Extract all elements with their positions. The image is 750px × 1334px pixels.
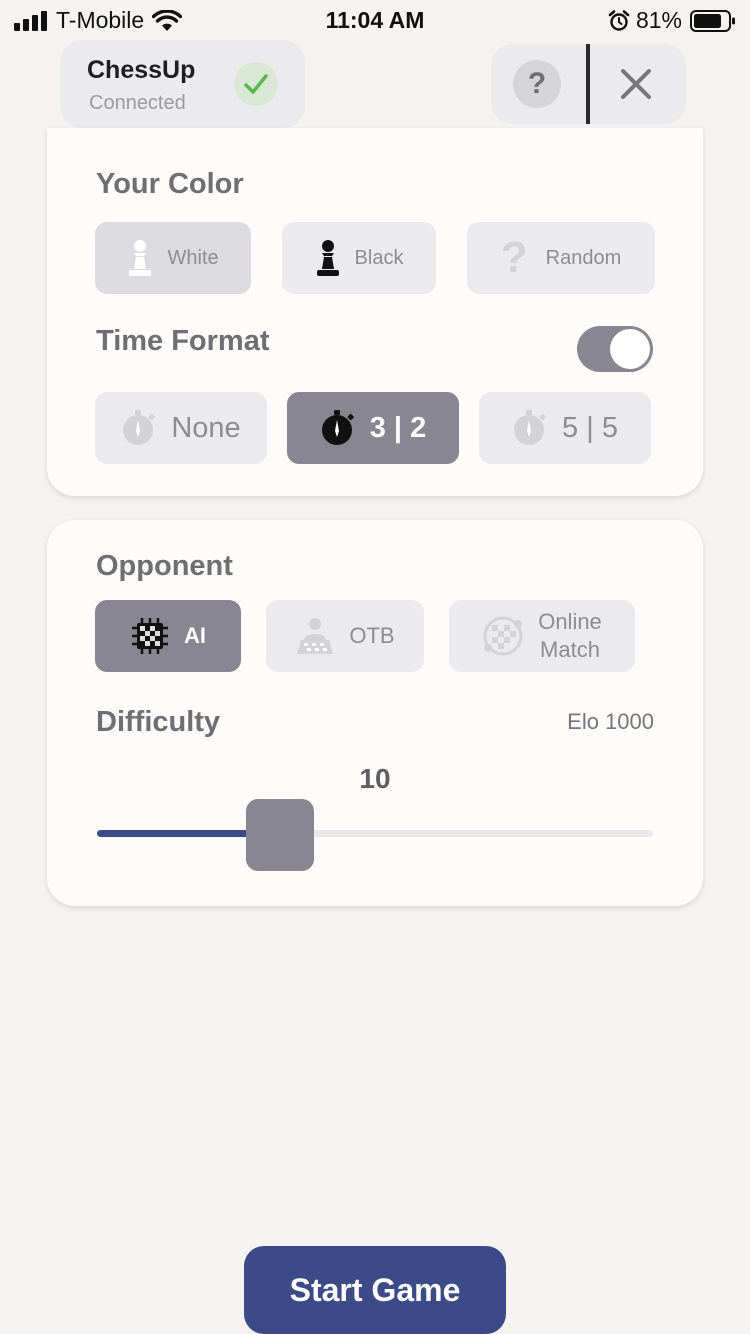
help-button[interactable]: ? xyxy=(513,60,561,108)
game-settings-card: Your Color White Black ? Random Time For… xyxy=(47,128,703,496)
toggle-knob xyxy=(610,329,650,369)
online-match-line1: Online xyxy=(538,609,602,634)
color-random-button[interactable]: ? Random xyxy=(467,222,655,294)
help-icon: ? xyxy=(527,67,547,100)
status-bar: T-Mobile 11:04 AM 81% xyxy=(0,0,750,40)
opponent-card: Opponent AI OTB Online Match Difficulty … xyxy=(47,520,703,906)
difficulty-slider-track[interactable] xyxy=(97,830,653,837)
alarm-icon xyxy=(608,9,630,31)
header-actions: ? xyxy=(491,44,686,124)
device-status: Connected xyxy=(89,92,186,114)
black-pawn-icon xyxy=(316,240,339,276)
opponent-ai-label: AI xyxy=(184,623,206,648)
time-5-5-button[interactable]: 5 | 5 xyxy=(479,392,651,464)
opponent-online-match-label: Online Match xyxy=(538,608,602,664)
time-none-label: None xyxy=(171,411,241,444)
stopwatch-icon xyxy=(321,410,354,445)
opponent-otb-button[interactable]: OTB xyxy=(266,600,424,672)
status-right: 81% xyxy=(608,7,736,34)
divider xyxy=(586,44,590,124)
difficulty-slider-thumb[interactable] xyxy=(246,799,315,871)
time-3-2-button[interactable]: 3 | 2 xyxy=(287,392,459,464)
globe-board-icon xyxy=(483,616,523,656)
device-name: ChessUp xyxy=(87,56,196,84)
color-white-button[interactable]: White xyxy=(95,222,251,294)
time-format-toggle[interactable] xyxy=(577,326,653,372)
question-mark-icon: ? xyxy=(500,233,528,282)
color-white-label: White xyxy=(167,246,219,269)
device-connection-pill[interactable]: ChessUp Connected xyxy=(60,40,305,128)
opponent-online-match-button[interactable]: Online Match xyxy=(449,600,635,672)
time-none-button[interactable]: None xyxy=(95,392,267,464)
battery-icon xyxy=(690,9,735,32)
time-5-5-label: 5 | 5 xyxy=(562,411,618,444)
time-3-2-label: 3 | 2 xyxy=(369,411,427,444)
your-color-title: Your Color xyxy=(96,168,244,200)
close-icon[interactable] xyxy=(616,64,656,104)
difficulty-title: Difficulty xyxy=(96,706,221,738)
color-random-label: Random xyxy=(545,246,622,269)
connected-check-icon xyxy=(234,62,278,106)
white-pawn-icon xyxy=(129,240,152,276)
battery-percent: 81% xyxy=(635,7,682,33)
opponent-ai-button[interactable]: AI xyxy=(95,600,241,672)
difficulty-value: 10 xyxy=(359,763,391,794)
color-black-button[interactable]: Black xyxy=(282,222,436,294)
start-game-button[interactable]: Start Game xyxy=(244,1246,506,1334)
opponent-otb-label: OTB xyxy=(349,623,395,648)
elo-rating: Elo 1000 xyxy=(567,709,654,734)
online-match-line2: Match xyxy=(540,637,600,662)
stopwatch-icon xyxy=(514,410,546,445)
player-board-icon xyxy=(297,618,334,654)
time-format-title: Time Format xyxy=(96,325,270,357)
stopwatch-icon xyxy=(123,410,156,445)
color-black-label: Black xyxy=(354,246,404,269)
chip-icon xyxy=(132,618,168,654)
opponent-title: Opponent xyxy=(96,550,233,582)
